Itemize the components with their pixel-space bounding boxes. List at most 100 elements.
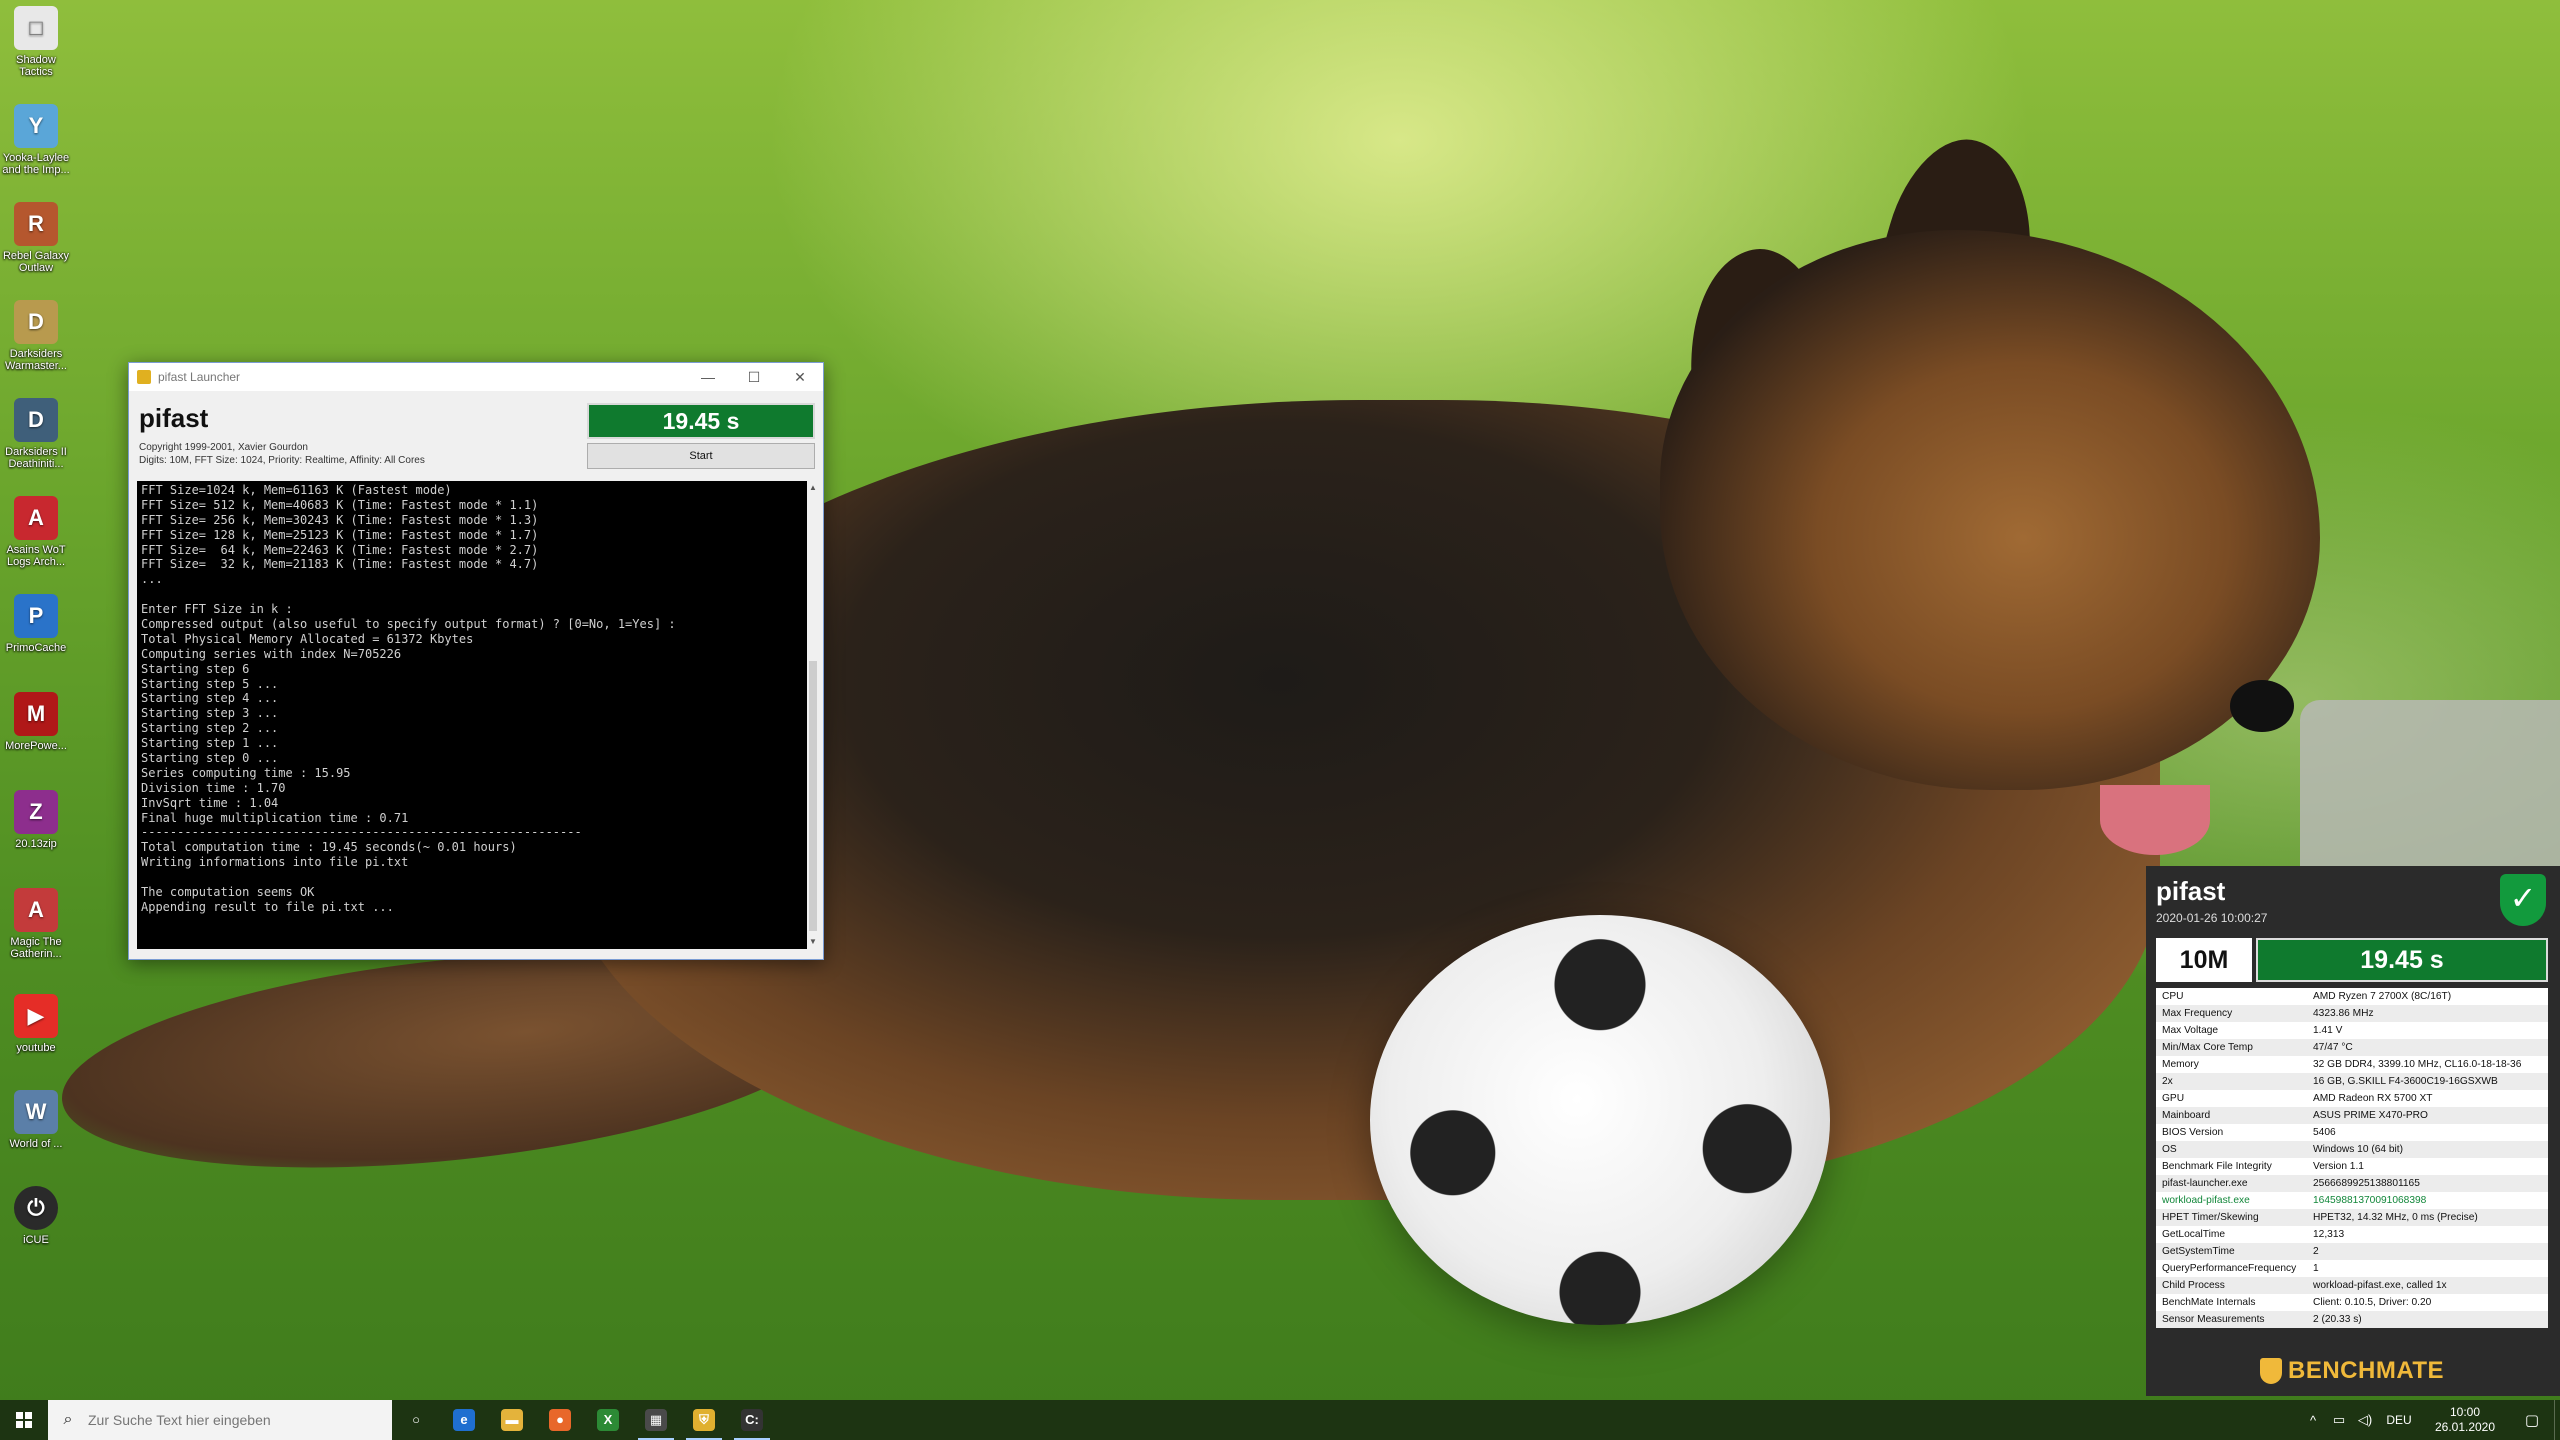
info-key: workload-pifast.exe (2162, 1195, 2250, 1206)
volume-icon[interactable]: ◁) (2352, 1412, 2378, 1428)
desktop-icon-shadow-tactics[interactable]: □ Shadow Tactics (0, 6, 72, 78)
console-output[interactable]: FFT Size=1024 k, Mem=61163 K (Fastest mo… (137, 481, 807, 949)
desktop-icon-archive[interactable]: Z 20.13zip (0, 790, 72, 850)
info-value: 1.41 V (2313, 1025, 2343, 1036)
info-value: 32 GB DDR4, 3399.10 MHz, CL16.0-18-18-36 (2313, 1059, 2522, 1070)
desktop-icon-magic-the-gathering[interactable]: A Magic The Gatherin... (0, 888, 72, 960)
info-value: 12,313 (2313, 1229, 2345, 1240)
info-value: 16 GB, G.SKILL F4-3600C19-16GSXWB (2313, 1076, 2498, 1087)
taskbar-app-xbox[interactable]: X (584, 1400, 632, 1440)
calculator-icon: ▦ (645, 1409, 667, 1431)
notification-center-icon[interactable]: ▢ (2510, 1411, 2554, 1429)
desktop-icon-column: □ Shadow Tactics Y Yooka-Laylee and the … (0, 0, 72, 1400)
info-key: Min/Max Core Temp (2162, 1042, 2253, 1053)
info-key: QueryPerformanceFrequency (2162, 1263, 2297, 1274)
desktop-icon-youtube[interactable]: ▶ youtube (0, 994, 72, 1054)
console-line: Final huge multiplication time : 0.71 (141, 810, 409, 825)
scroll-up-arrow-icon[interactable]: ▲ (807, 481, 819, 495)
system-tray: ^ ▭ ◁) DEU 10:00 26.01.2020 ▢ (2300, 1400, 2560, 1440)
taskbar-app-console[interactable]: C: (728, 1400, 776, 1440)
firefox-icon: ● (549, 1409, 571, 1431)
taskbar-app-file-explorer[interactable]: ▬ (488, 1400, 536, 1440)
taskbar-app-calculator[interactable]: ▦ (632, 1400, 680, 1440)
taskbar-search-box[interactable]: ⌕ (48, 1400, 392, 1440)
console-line: FFT Size= 256 k, Mem=30243 K (Time: Fast… (141, 512, 539, 527)
taskbar-app-list: ○ e ▬ ● X ▦ ⛨ C: (392, 1400, 776, 1440)
info-value: 16459881370091068398 (2313, 1195, 2427, 1206)
info-key: pifast-launcher.exe (2162, 1178, 2248, 1189)
info-key: HPET Timer/Skewing (2162, 1212, 2259, 1223)
desktop-icon-label: Rebel Galaxy Outlaw (2, 250, 70, 274)
info-key: OS (2162, 1144, 2177, 1155)
taskbar-app-task-view[interactable]: ○ (392, 1400, 440, 1440)
search-input[interactable] (88, 1412, 378, 1428)
taskbar-app-edge[interactable]: e (440, 1400, 488, 1440)
start-button[interactable]: Start (587, 443, 815, 469)
scroll-down-arrow-icon[interactable]: ▼ (807, 935, 819, 949)
scrollbar-thumb[interactable] (809, 661, 817, 931)
info-key: 2x (2162, 1076, 2173, 1087)
desktop-icon-label: Darksiders Warmaster... (5, 348, 67, 372)
close-button[interactable]: ✕ (777, 363, 823, 391)
darksiders-icon: D (14, 300, 58, 344)
info-row: GPU AMD Radeon RX 5700 XT (2156, 1090, 2548, 1107)
desktop-icon-icue[interactable]: ⏻ iCUE (0, 1186, 72, 1246)
console-line: Series computing time : 15.95 (141, 765, 351, 780)
launcher-header: pifast Copyright 1999-2001, Xavier Gourd… (129, 391, 823, 471)
taskbar-clock[interactable]: 10:00 26.01.2020 (2420, 1405, 2510, 1435)
info-value: HPET32, 14.32 MHz, 0 ms (Precise) (2313, 1212, 2478, 1223)
xbox-icon: X (597, 1409, 619, 1431)
desktop-icon-yooka-laylee[interactable]: Y Yooka-Laylee and the Imp... (0, 104, 72, 176)
info-row: BIOS Version 5406 (2156, 1124, 2548, 1141)
search-icon: ⌕ (63, 1411, 73, 1428)
desktop-icon-darksiders-warmastered[interactable]: D Darksiders Warmaster... (0, 300, 72, 372)
console-line: Writing informations into file pi.txt (141, 855, 409, 870)
result-time: 19.45 s (2256, 938, 2548, 982)
taskbar-app-benchmate[interactable]: ⛨ (680, 1400, 728, 1440)
info-key: Mainboard (2162, 1110, 2211, 1121)
minimize-button[interactable]: — (685, 363, 731, 391)
console-line: FFT Size=1024 k, Mem=61163 K (Fastest mo… (141, 483, 452, 497)
info-value: workload-pifast.exe, called 1x (2313, 1280, 2447, 1291)
network-icon[interactable]: ▭ (2326, 1412, 2352, 1428)
console-line: ... (141, 572, 163, 587)
console-line: Division time : 1.70 (141, 780, 286, 795)
desktop-icon-world-of[interactable]: W World of ... (0, 1090, 72, 1150)
console-scrollbar[interactable]: ▲ ▼ (807, 481, 819, 949)
tray-chevron-icon[interactable]: ^ (2300, 1413, 2326, 1428)
desktop-icon-asains-wot[interactable]: A Asains WoT Logs Arch... (0, 496, 72, 568)
desktop-icon-rebel-galaxy-outlaw[interactable]: R Rebel Galaxy Outlaw (0, 202, 72, 274)
desktop-icon-label: Shadow Tactics (16, 54, 56, 78)
desktop-icon-morepower[interactable]: M MorePowe... (0, 692, 72, 752)
desktop-icon-label: MorePowe... (5, 740, 67, 752)
info-row: HPET Timer/Skewing HPET32, 14.32 MHz, 0 m… (2156, 1209, 2548, 1226)
show-desktop-button[interactable] (2554, 1400, 2560, 1440)
system-info-table: CPU AMD Ryzen 7 2700X (8C/16T) Max Frequen… (2156, 988, 2548, 1328)
clock-time: 10:00 (2449, 1405, 2481, 1419)
morepower-icon: M (14, 692, 58, 736)
info-key: GetSystemTime (2162, 1246, 2235, 1257)
maximize-button[interactable]: ☐ (731, 363, 777, 391)
console-line: Starting step 2 ... (141, 721, 279, 736)
info-value: AMD Radeon RX 5700 XT (2313, 1093, 2433, 1104)
info-key: CPU (2162, 991, 2184, 1002)
console-line: Total Physical Memory Allocated = 61372 … (141, 631, 474, 646)
info-key: BIOS Version (2162, 1127, 2224, 1138)
info-row: CPU AMD Ryzen 7 2700X (8C/16T) (2156, 988, 2548, 1005)
digits-badge: 10M (2156, 938, 2252, 982)
console-line: Compressed output (also useful to specif… (141, 617, 676, 632)
window-titlebar[interactable]: pifast Launcher — ☐ ✕ (129, 363, 823, 391)
desktop-icon-label: PrimoCache (5, 642, 67, 654)
console-line: Starting step 1 ... (141, 736, 279, 751)
input-language[interactable]: DEU (2378, 1413, 2420, 1427)
asains-wot-icon: A (14, 496, 58, 540)
taskbar-app-firefox[interactable]: ● (536, 1400, 584, 1440)
info-row: QueryPerformanceFrequency 1 (2156, 1260, 2548, 1277)
info-value: 2566689925138801165 (2313, 1178, 2420, 1189)
console-line: Starting step 6 (141, 661, 250, 676)
info-key: Sensor Measurements (2162, 1314, 2265, 1325)
desktop-icon-primocache[interactable]: P PrimoCache (0, 594, 72, 654)
desktop-icon-darksiders-2[interactable]: D Darksiders II Deathiniti... (0, 398, 72, 470)
benchmark-title: pifast (2156, 876, 2226, 906)
start-button[interactable] (0, 1400, 48, 1440)
